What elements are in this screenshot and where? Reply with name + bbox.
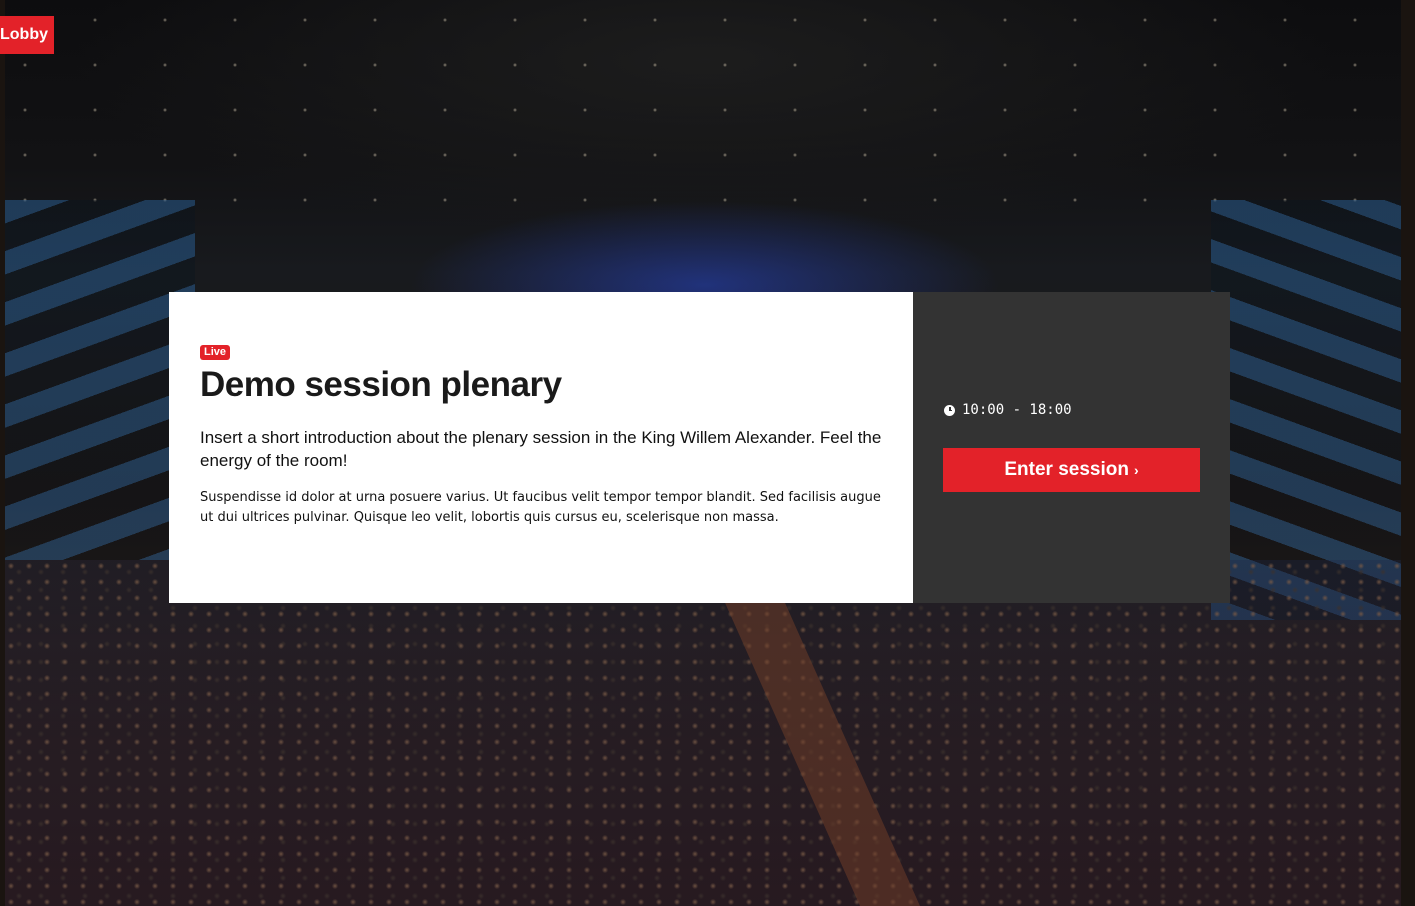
chevron-right-icon: › — [1133, 462, 1139, 478]
enter-session-button[interactable]: Enter session › — [943, 448, 1200, 492]
session-action-panel: 10:00 - 18:00 Enter session › — [913, 292, 1230, 603]
live-badge: Live — [200, 345, 231, 360]
session-card: Live Demo session plenary Insert a short… — [169, 292, 1230, 603]
clock-icon — [944, 404, 955, 416]
session-intro: Insert a short introduction about the pl… — [200, 428, 882, 470]
session-title: Demo session plenary — [200, 365, 562, 404]
lobby-link[interactable]: Lobby — [0, 16, 54, 54]
session-description: Suspendisse id dolor at urna posuere var… — [200, 490, 881, 525]
session-time-text: 10:00 - 18:00 — [962, 402, 1072, 418]
session-info-panel: Live Demo session plenary Insert a short… — [169, 292, 913, 603]
right-wall-panels — [1211, 200, 1401, 620]
enter-session-label: Enter session — [1004, 459, 1129, 480]
ceiling-lights — [5, 0, 1401, 220]
audience-seating — [5, 560, 1401, 906]
session-time: 10:00 - 18:00 — [944, 402, 1200, 418]
left-wall-panels — [5, 200, 195, 560]
